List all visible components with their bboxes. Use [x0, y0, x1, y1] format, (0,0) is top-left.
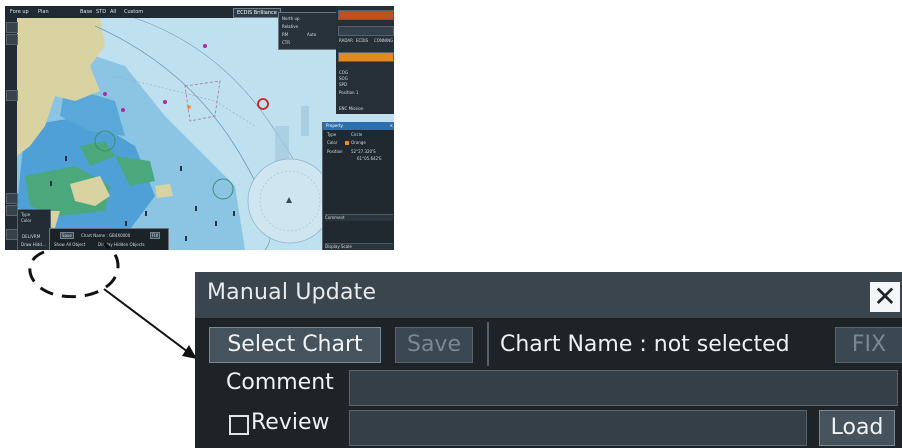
chart-name-label: Chart Name : not selected	[500, 332, 790, 357]
manual-update-dialog: Manual Update ✕ Select Chart Save Chart …	[195, 272, 902, 448]
close-icon[interactable]: ✕	[870, 282, 900, 312]
review-field[interactable]	[349, 410, 807, 446]
comment-label: Comment	[226, 370, 334, 395]
review-checkbox[interactable]	[229, 415, 249, 435]
dialog-title-bar: Manual Update ✕	[195, 272, 902, 319]
fix-button[interactable]: FIX	[835, 327, 902, 363]
review-label[interactable]: Review	[251, 410, 330, 435]
save-button[interactable]: Save	[395, 327, 473, 363]
load-button[interactable]: Load	[819, 410, 895, 446]
toolbar-separator	[487, 322, 489, 366]
dialog-title: Manual Update	[207, 280, 377, 305]
comment-field[interactable]	[349, 370, 898, 406]
select-chart-button[interactable]: Select Chart	[209, 327, 381, 363]
